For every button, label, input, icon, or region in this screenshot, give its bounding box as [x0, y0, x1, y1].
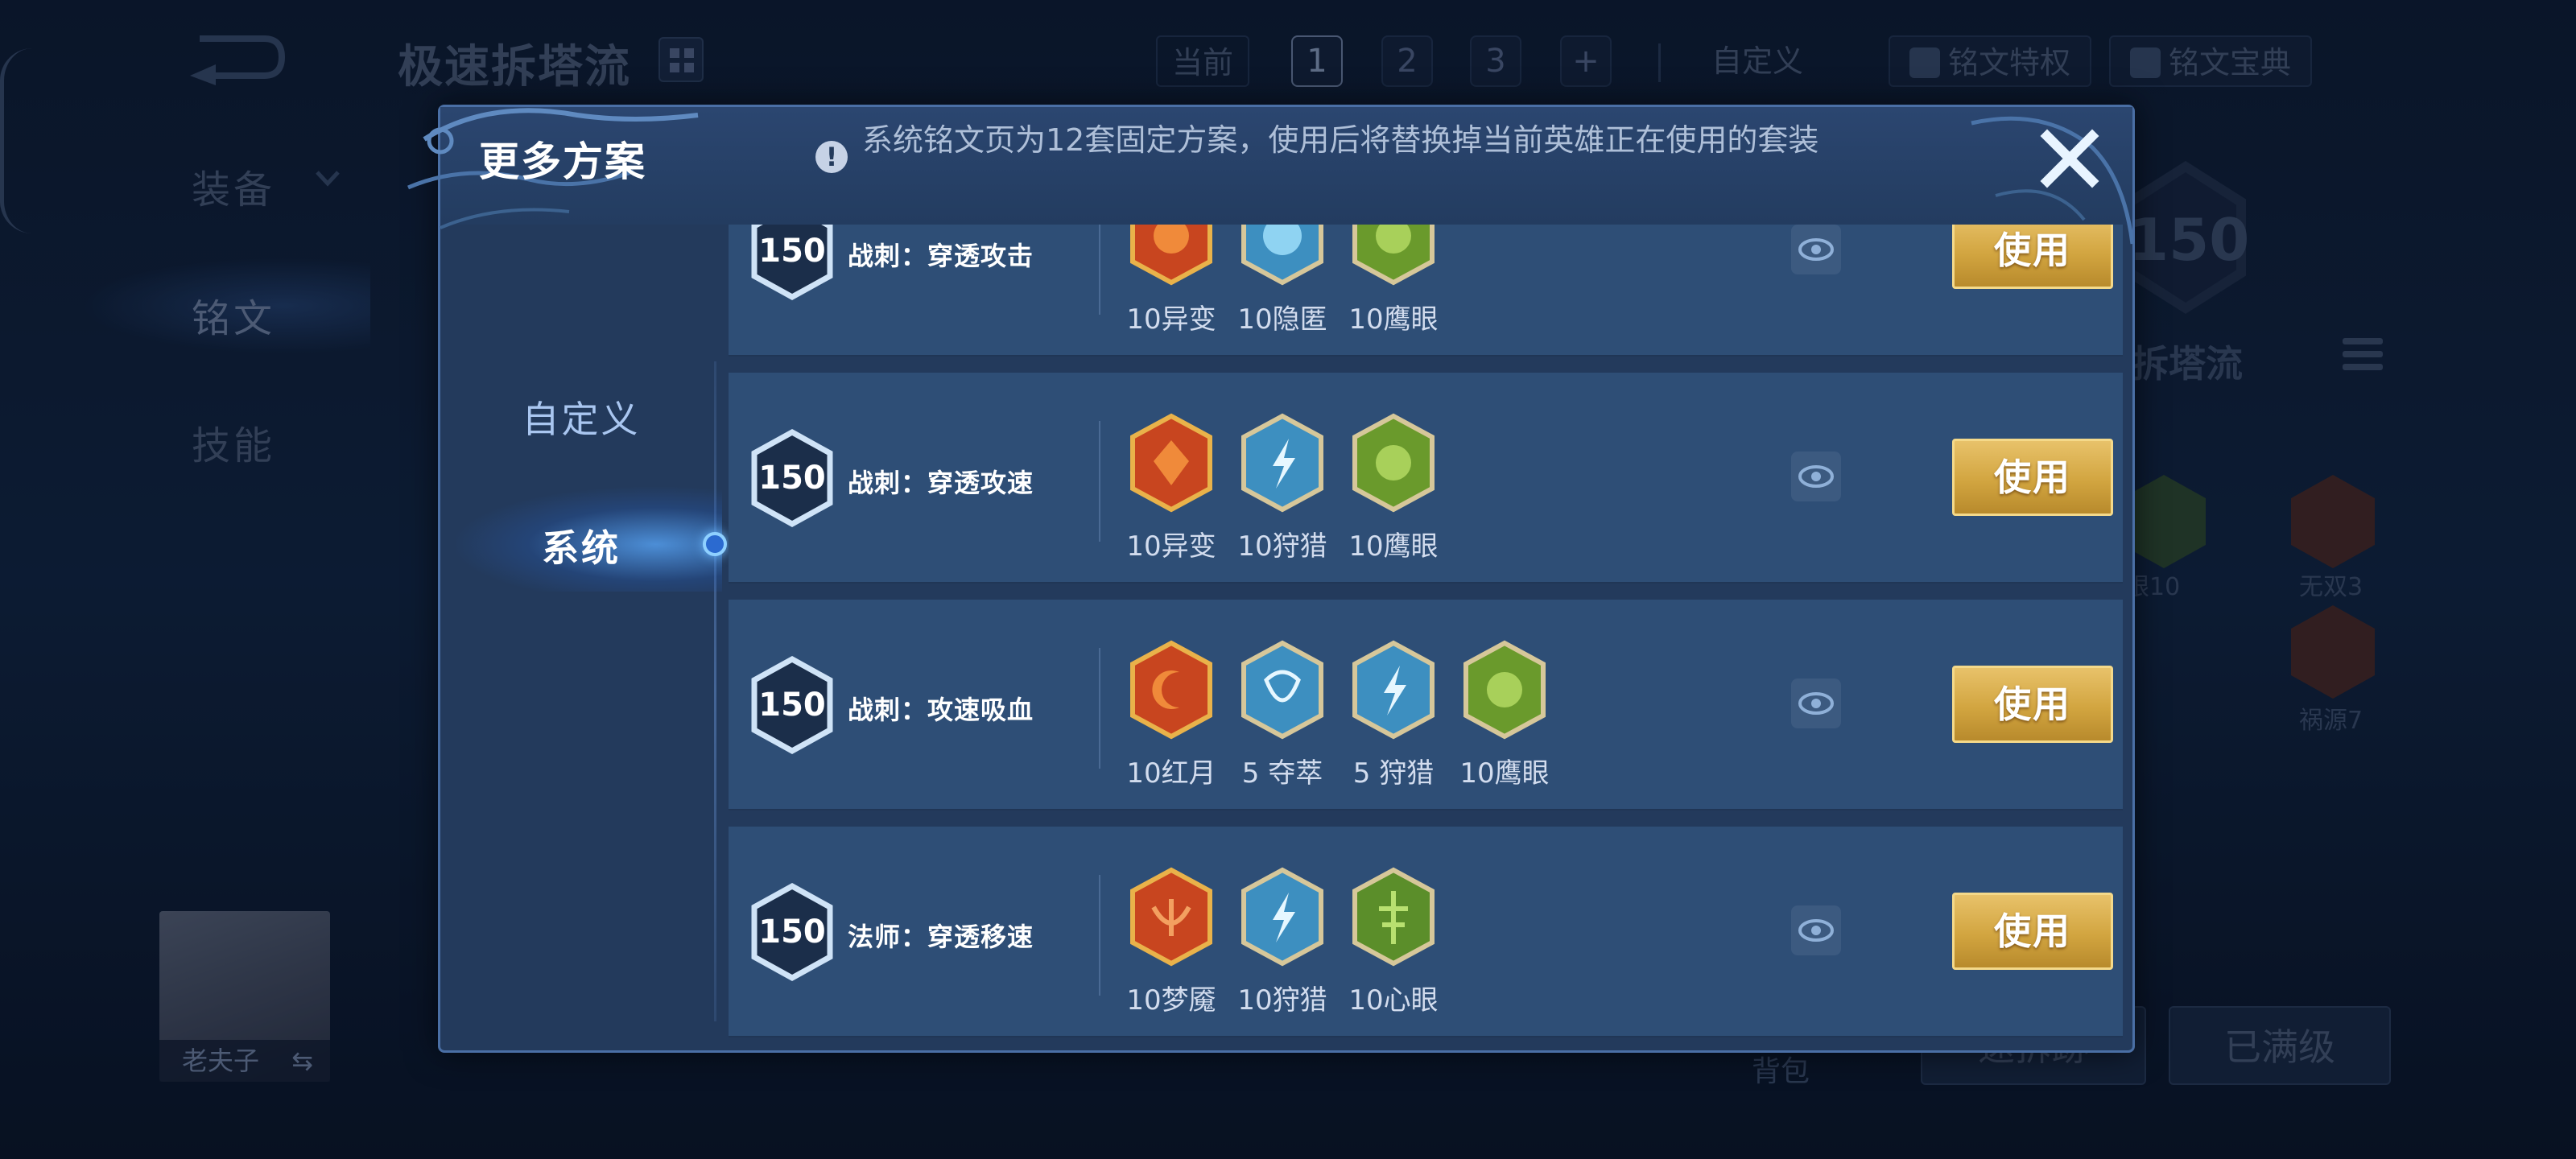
close-icon[interactable]	[2036, 125, 2103, 192]
rune-green-icon[interactable]	[1461, 640, 1548, 740]
rune-label: 10红月	[1126, 757, 1216, 790]
preview-button[interactable]	[1791, 225, 1841, 274]
rune-blue-icon[interactable]	[1239, 640, 1326, 740]
plan-name: 战刺：穿透攻速	[848, 468, 1034, 498]
rune-label: 10狩猎	[1237, 530, 1327, 563]
use-button[interactable]: 使用	[1952, 225, 2113, 289]
plan-name: 战刺：攻速吸血	[848, 695, 1034, 725]
selection-dot	[703, 532, 727, 556]
rune-label: 5 狩猎	[1352, 757, 1435, 790]
eye-icon	[1798, 465, 1834, 488]
rune-red-icon[interactable]	[1128, 413, 1215, 513]
use-button[interactable]: 使用	[1952, 439, 2113, 516]
rune-blue-icon[interactable]	[1239, 225, 1326, 286]
rune-label: 10异变	[1126, 530, 1216, 563]
level-number: 150	[758, 233, 826, 270]
plan-row: 150 战刺：穿透攻速 10异变 10狩猎 10鹰眼 使用	[729, 373, 2123, 584]
preview-button[interactable]	[1791, 678, 1841, 728]
rune-blue-icon[interactable]	[1239, 867, 1326, 967]
rune-green-icon[interactable]	[1350, 225, 1437, 286]
rune-label: 5 夺萃	[1241, 757, 1323, 790]
rune-label: 10狩猎	[1237, 984, 1327, 1017]
row-divider	[1099, 875, 1100, 996]
rune-green-icon[interactable]	[1350, 413, 1437, 513]
rune-label: 10心眼	[1348, 984, 1439, 1017]
rune-green-icon[interactable]	[1350, 867, 1437, 967]
tab-custom[interactable]: 自定义	[440, 390, 722, 443]
rune-red-icon[interactable]	[1128, 225, 1215, 286]
dialog-title: 更多方案	[479, 138, 646, 185]
level-number: 150	[758, 687, 826, 724]
level-number: 150	[758, 460, 826, 497]
use-button[interactable]: 使用	[1952, 666, 2113, 743]
rune-label: 10鹰眼	[1348, 530, 1439, 563]
row-divider	[1099, 225, 1100, 315]
rune-red-icon[interactable]	[1128, 867, 1215, 967]
eye-icon	[1798, 238, 1834, 261]
plan-list[interactable]: 150 战刺：穿透攻击 10异变 10隐匿 10鹰眼 使用 150 战刺：穿透攻…	[729, 225, 2136, 1050]
plan-name: 战刺：穿透攻击	[848, 241, 1034, 271]
rune-blue-icon[interactable]	[1239, 413, 1326, 513]
rune-label: 10异变	[1126, 303, 1216, 336]
row-divider	[1099, 421, 1100, 542]
eye-icon	[1798, 919, 1834, 942]
plan-row: 150 战刺：穿透攻击 10异变 10隐匿 10鹰眼 使用	[729, 225, 2123, 357]
notice-text: 系统铭文页为12套固定方案，使用后将替换掉当前英雄正在使用的套装	[862, 122, 1819, 158]
info-icon: !	[815, 141, 848, 173]
rune-label: 10梦魇	[1126, 984, 1216, 1017]
rune-label: 10鹰眼	[1459, 757, 1550, 790]
row-divider	[1099, 648, 1100, 769]
plan-row: 150 战刺：攻速吸血 10红月 5 夺萃 5 狩猎 10鹰眼 使用	[729, 600, 2123, 810]
nav-divider	[714, 361, 716, 1021]
rune-label: 10鹰眼	[1348, 303, 1439, 336]
level-number: 150	[758, 914, 826, 951]
rune-red-icon[interactable]	[1128, 640, 1215, 740]
preview-button[interactable]	[1791, 905, 1841, 955]
rune-blue-icon[interactable]	[1350, 640, 1437, 740]
plan-row: 150 法师：穿透移速 10梦魇 10狩猎 10心眼 使用	[729, 827, 2123, 1037]
rune-label: 10隐匿	[1237, 303, 1327, 336]
eye-icon	[1798, 692, 1834, 715]
preview-button[interactable]	[1791, 452, 1841, 501]
plan-nav: 自定义 系统	[440, 225, 727, 1050]
tab-system[interactable]: 系统	[440, 519, 722, 572]
use-button[interactable]: 使用	[1952, 893, 2113, 970]
plan-name: 法师：穿透移速	[848, 922, 1034, 952]
more-plans-dialog: 更多方案 ! 系统铭文页为12套固定方案，使用后将替换掉当前英雄正在使用的套装 …	[407, 105, 2136, 1053]
